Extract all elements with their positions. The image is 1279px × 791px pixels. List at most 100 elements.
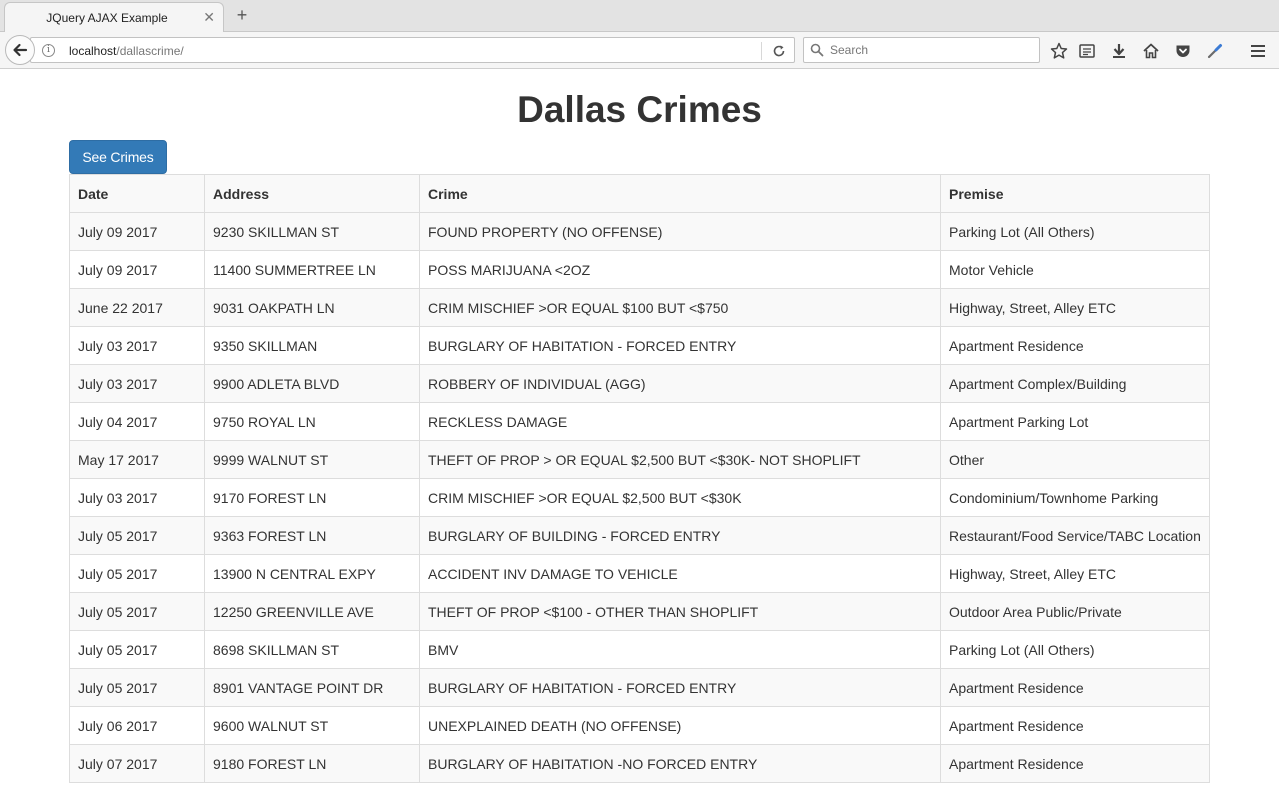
- address-cell: 9180 FOREST LN: [204, 744, 420, 783]
- address-cell: 9999 WALNUT ST: [204, 440, 420, 479]
- date-cell: July 05 2017: [69, 668, 205, 707]
- crime-cell: BURGLARY OF HABITATION - FORCED ENTRY: [419, 668, 941, 707]
- table-row: July 05 2017 8901 VANTAGE POINT DR BURGLAR…: [69, 668, 1210, 707]
- download-icon[interactable]: [1109, 41, 1129, 61]
- premise-cell: Apartment Complex/Building: [940, 364, 1210, 403]
- address-cell: 8901 VANTAGE POINT DR: [204, 668, 420, 707]
- search-box[interactable]: [803, 37, 1040, 63]
- url-divider: [761, 42, 762, 60]
- column-header-crime: Crime: [419, 174, 941, 213]
- crime-cell: BURGLARY OF BUILDING - FORCED ENTRY: [419, 516, 941, 555]
- table-row: July 05 2017 8698 SKILLMAN ST BMV Parking L…: [69, 630, 1210, 669]
- bookmark-star-icon[interactable]: [1049, 41, 1069, 61]
- address-cell: 12250 GREENVILLE AVE: [204, 592, 420, 631]
- crime-cell: CRIM MISCHIEF >OR EQUAL $100 BUT <$750: [419, 288, 941, 327]
- crime-cell: CRIM MISCHIEF >OR EQUAL $2,500 BUT <$30K: [419, 478, 941, 517]
- crime-cell: BURGLARY OF HABITATION -NO FORCED ENTRY: [419, 744, 941, 783]
- back-button[interactable]: [5, 35, 35, 65]
- pocket-icon[interactable]: [1173, 41, 1193, 61]
- url-text[interactable]: localhost/dallascrime/: [69, 44, 184, 58]
- navigation-toolbar: i localhost/dallascrime/: [0, 32, 1279, 69]
- page-title: Dallas Crimes: [517, 89, 762, 130]
- address-cell: 9350 SKILLMAN: [204, 326, 420, 365]
- table-row: July 05 2017 12250 GREENVILLE AVE THEFT OF…: [69, 592, 1210, 631]
- column-header-address: Address: [204, 174, 420, 213]
- premise-cell: Parking Lot (All Others): [940, 212, 1210, 251]
- address-bar[interactable]: i localhost/dallascrime/: [30, 37, 795, 63]
- tab-title: JQuery AJAX Example: [46, 11, 168, 25]
- crime-cell: RECKLESS DAMAGE: [419, 402, 941, 441]
- premise-cell: Apartment Residence: [940, 326, 1210, 365]
- table-body: July 09 2017 9230 SKILLMAN ST FOUND PROPER…: [69, 212, 1210, 783]
- date-cell: July 09 2017: [69, 212, 205, 251]
- see-crimes-button[interactable]: See Crimes: [69, 140, 167, 174]
- new-tab-icon[interactable]: +: [232, 5, 252, 25]
- premise-cell: Apartment Residence: [940, 706, 1210, 745]
- crime-cell: POSS MARIJUANA <2OZ: [419, 250, 941, 289]
- table-row: July 03 2017 9900 ADLETA BLVD ROBBERY OF I…: [69, 364, 1210, 403]
- column-header-date: Date: [69, 174, 205, 213]
- browser-tab[interactable]: JQuery AJAX Example ✕: [4, 2, 224, 33]
- premise-cell: Condominium/Townhome Parking: [940, 478, 1210, 517]
- table-row: July 05 2017 9363 FOREST LN BURGLARY OF BU…: [69, 516, 1210, 555]
- address-cell: 11400 SUMMERTREE LN: [204, 250, 420, 289]
- date-cell: July 06 2017: [69, 706, 205, 745]
- search-input[interactable]: [830, 41, 1030, 59]
- premise-cell: Restaurant/Food Service/TABC Location: [940, 516, 1210, 555]
- reading-list-icon[interactable]: [1077, 41, 1097, 61]
- premise-cell: Highway, Street, Alley ETC: [940, 288, 1210, 327]
- date-cell: May 17 2017: [69, 440, 205, 479]
- menu-icon[interactable]: [1248, 41, 1268, 61]
- table-row: July 09 2017 11400 SUMMERTREE LN POSS MARI…: [69, 250, 1210, 289]
- date-cell: July 09 2017: [69, 250, 205, 289]
- date-cell: July 05 2017: [69, 554, 205, 593]
- date-cell: July 03 2017: [69, 478, 205, 517]
- table-row: July 05 2017 13900 N CENTRAL EXPY ACCIDENT…: [69, 554, 1210, 593]
- crimes-table: Date Address Crime Premise July 09 2017 9…: [69, 174, 1210, 783]
- table-row: July 03 2017 9350 SKILLMAN BURGLARY OF HAB…: [69, 326, 1210, 365]
- date-cell: July 05 2017: [69, 630, 205, 669]
- date-cell: July 03 2017: [69, 364, 205, 403]
- address-cell: 9363 FOREST LN: [204, 516, 420, 555]
- table-row: July 07 2017 9180 FOREST LN BURGLARY OF HA…: [69, 744, 1210, 783]
- address-cell: 9031 OAKPATH LN: [204, 288, 420, 327]
- back-arrow-icon: [13, 43, 28, 57]
- date-cell: July 04 2017: [69, 402, 205, 441]
- table-row: May 17 2017 9999 WALNUT ST THEFT OF PROP >…: [69, 440, 1210, 479]
- address-cell: 9900 ADLETA BLVD: [204, 364, 420, 403]
- crime-cell: UNEXPLAINED DEATH (NO OFFENSE): [419, 706, 941, 745]
- column-header-premise: Premise: [940, 174, 1210, 213]
- address-cell: 13900 N CENTRAL EXPY: [204, 554, 420, 593]
- address-cell: 9750 ROYAL LN: [204, 402, 420, 441]
- date-cell: July 05 2017: [69, 516, 205, 555]
- tab-strip: JQuery AJAX Example ✕ +: [0, 0, 1279, 33]
- address-cell: 9170 FOREST LN: [204, 478, 420, 517]
- search-icon: [810, 43, 824, 62]
- developer-tools-icon[interactable]: [1205, 41, 1225, 61]
- address-cell: 9600 WALNUT ST: [204, 706, 420, 745]
- table-row: July 03 2017 9170 FOREST LN CRIM MISCHIEF …: [69, 478, 1210, 517]
- crime-cell: THEFT OF PROP > OR EQUAL $2,500 BUT <$30…: [419, 440, 941, 479]
- premise-cell: Apartment Parking Lot: [940, 402, 1210, 441]
- home-icon[interactable]: [1141, 41, 1161, 61]
- premise-cell: Parking Lot (All Others): [940, 630, 1210, 669]
- table-row: June 22 2017 9031 OAKPATH LN CRIM MISCHIEF…: [69, 288, 1210, 327]
- url-path: /dallascrime/: [116, 44, 184, 58]
- address-cell: 9230 SKILLMAN ST: [204, 212, 420, 251]
- info-icon[interactable]: i: [42, 44, 55, 57]
- date-cell: June 22 2017: [69, 288, 205, 327]
- table-row: July 06 2017 9600 WALNUT ST UNEXPLAINED DE…: [69, 706, 1210, 745]
- table-header-row: Date Address Crime Premise: [69, 174, 1210, 213]
- close-tab-icon[interactable]: ✕: [203, 8, 215, 26]
- premise-cell: Outdoor Area Public/Private: [940, 592, 1210, 631]
- premise-cell: Motor Vehicle: [940, 250, 1210, 289]
- crime-cell: ACCIDENT INV DAMAGE TO VEHICLE: [419, 554, 941, 593]
- address-cell: 8698 SKILLMAN ST: [204, 630, 420, 669]
- table-row: July 04 2017 9750 ROYAL LN RECKLESS DAMAGE…: [69, 402, 1210, 441]
- crime-cell: BURGLARY OF HABITATION - FORCED ENTRY: [419, 326, 941, 365]
- premise-cell: Apartment Residence: [940, 744, 1210, 783]
- crime-cell: FOUND PROPERTY (NO OFFENSE): [419, 212, 941, 251]
- reload-icon[interactable]: [769, 42, 789, 60]
- date-cell: July 03 2017: [69, 326, 205, 365]
- crime-cell: THEFT OF PROP <$100 - OTHER THAN SHOPLIF…: [419, 592, 941, 631]
